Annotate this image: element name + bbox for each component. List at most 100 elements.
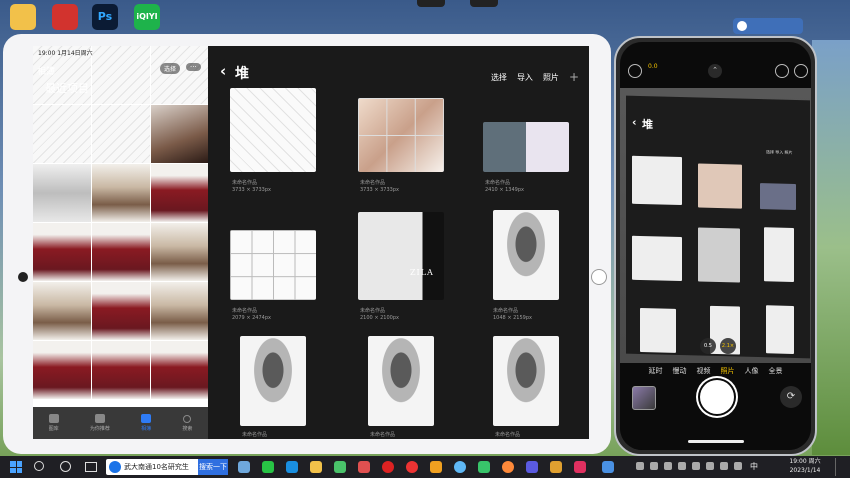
record-icon[interactable] xyxy=(382,461,394,473)
search-submit-button[interactable]: 搜索一下 xyxy=(198,459,228,475)
edge-icon[interactable] xyxy=(286,461,298,473)
shutter-button[interactable] xyxy=(700,380,734,414)
app-icon[interactable] xyxy=(358,461,370,473)
photo-button[interactable]: 照片 xyxy=(543,72,559,83)
netease-music-icon[interactable] xyxy=(406,461,418,473)
photo-thumbnail[interactable] xyxy=(151,46,208,104)
cortana-icon[interactable] xyxy=(60,461,71,472)
photo-thumbnail[interactable] xyxy=(151,105,208,163)
input-method-indicator[interactable]: 中 xyxy=(750,461,758,472)
app-icon[interactable] xyxy=(526,461,538,473)
exposure-value: 0.0 xyxy=(648,63,658,70)
artwork-thumbnail[interactable] xyxy=(230,88,316,172)
tray-icon[interactable] xyxy=(678,462,686,470)
clock[interactable]: 19:00 周六 2023/1/14 xyxy=(783,457,827,475)
mode-photo[interactable]: 照片 xyxy=(721,366,735,376)
viewfinder-ipad: ‹ 堆 选择 导入 照片 xyxy=(626,95,810,359)
search-icon[interactable] xyxy=(34,461,44,471)
artwork-thumbnail[interactable] xyxy=(230,230,316,300)
app-icon[interactable] xyxy=(574,461,586,473)
artwork-thumbnail[interactable] xyxy=(240,336,306,426)
select-button[interactable]: 选择 xyxy=(160,63,181,74)
viewfinder-thumbnail xyxy=(764,227,794,282)
taskbar-search-box[interactable]: 武大南通10名研究生 搜索一下 xyxy=(106,459,228,475)
task-view-icon[interactable] xyxy=(85,462,97,472)
zoom-tele-button[interactable]: 2.1× xyxy=(720,338,736,354)
artwork-thumbnail[interactable] xyxy=(493,210,559,300)
photo-thumbnail[interactable] xyxy=(151,223,208,281)
folder-icon[interactable] xyxy=(10,4,36,30)
home-indicator[interactable] xyxy=(688,440,744,443)
wechat-icon[interactable] xyxy=(262,461,274,473)
artwork-thumbnail[interactable] xyxy=(358,98,444,172)
camera-viewfinder[interactable]: ‹ 堆 选择 导入 照片 xyxy=(620,88,811,363)
tray-icon[interactable] xyxy=(650,462,658,470)
albums-back-button[interactable]: 相簿 xyxy=(37,64,55,77)
photo-thumbnail[interactable] xyxy=(33,282,91,340)
night-mode-icon[interactable] xyxy=(794,64,808,78)
photo-thumbnail[interactable] xyxy=(33,105,91,163)
photo-thumbnail[interactable] xyxy=(92,282,150,340)
select-button[interactable]: 选择 xyxy=(491,72,507,83)
artwork-thumbnail[interactable]: ZILA xyxy=(358,212,444,300)
chevron-up-icon[interactable]: ⌃ xyxy=(708,64,722,78)
tab-albums[interactable]: 相簿 xyxy=(141,414,151,432)
iqiyi-icon[interactable]: iQIYI xyxy=(134,4,160,30)
artwork-thumbnail[interactable] xyxy=(483,122,569,172)
mode-video[interactable]: 视频 xyxy=(697,366,711,376)
tray-icon[interactable] xyxy=(734,462,742,470)
explorer-icon[interactable] xyxy=(310,461,322,473)
camera-screen: 0.0 ⌃ ‹ 堆 选择 导入 照片 0.5 2.1× 延时 慢动 视频 照片 … xyxy=(620,42,811,450)
tray-icon[interactable] xyxy=(664,462,672,470)
photo-thumbnail[interactable] xyxy=(151,164,208,222)
new-canvas-button[interactable]: + xyxy=(569,70,579,84)
photo-thumbnail[interactable] xyxy=(92,223,150,281)
photo-thumbnail[interactable] xyxy=(33,164,91,222)
photo-thumbnail[interactable] xyxy=(33,341,91,399)
app-icon[interactable] xyxy=(502,461,514,473)
tray-icon[interactable] xyxy=(692,462,700,470)
red-app-icon[interactable] xyxy=(52,4,78,30)
network-icon[interactable] xyxy=(706,462,714,470)
mode-portrait[interactable]: 人像 xyxy=(745,366,759,376)
mail-icon[interactable] xyxy=(238,461,250,473)
ipad-home-button[interactable] xyxy=(591,269,607,285)
volume-icon[interactable] xyxy=(720,462,728,470)
photo-thumbnail[interactable] xyxy=(92,341,150,399)
viewfinder-thumbnail xyxy=(766,305,794,354)
artwork-size: 1048 × 2159px xyxy=(493,315,532,321)
windows-start-icon[interactable] xyxy=(10,461,22,473)
live-photo-icon[interactable] xyxy=(775,64,789,78)
mode-slowmo[interactable]: 慢动 xyxy=(673,366,687,376)
artwork-thumbnail[interactable] xyxy=(493,336,559,426)
tab-for-you[interactable]: 为你推荐 xyxy=(90,414,110,432)
flash-off-icon[interactable] xyxy=(628,64,642,78)
last-photo-thumbnail[interactable] xyxy=(632,386,656,410)
tray-icon[interactable] xyxy=(636,462,644,470)
mode-timelapse[interactable]: 延时 xyxy=(649,366,663,376)
artwork-thumbnail[interactable] xyxy=(368,336,434,426)
app-icon[interactable] xyxy=(430,461,442,473)
play-store-icon[interactable] xyxy=(478,461,490,473)
gallery-back-button[interactable]: ‹ xyxy=(220,62,226,80)
show-desktop-button[interactable] xyxy=(835,458,845,476)
screen-mirror-icon[interactable] xyxy=(602,461,614,473)
app-icon[interactable] xyxy=(334,461,346,473)
tab-library[interactable]: 图库 xyxy=(48,414,59,432)
more-button[interactable]: ··· xyxy=(186,63,201,71)
photo-thumbnail[interactable] xyxy=(92,164,150,222)
photo-thumbnail[interactable] xyxy=(151,341,208,399)
remote-control-widget[interactable] xyxy=(733,18,803,34)
photoshop-icon[interactable]: Ps xyxy=(92,4,118,30)
photo-thumbnail[interactable] xyxy=(151,282,208,340)
tab-search[interactable]: 搜索 xyxy=(182,414,192,432)
zoom-ultrawide-button[interactable]: 0.5 xyxy=(700,338,716,354)
app-icon[interactable] xyxy=(454,461,466,473)
mode-pano[interactable]: 全景 xyxy=(769,366,783,376)
app-icon[interactable] xyxy=(550,461,562,473)
flip-camera-icon[interactable]: ⟳ xyxy=(780,386,802,408)
photo-thumbnail[interactable] xyxy=(92,105,150,163)
photo-thumbnail[interactable] xyxy=(92,46,150,104)
import-button[interactable]: 导入 xyxy=(517,72,533,83)
photo-thumbnail[interactable] xyxy=(33,223,91,281)
